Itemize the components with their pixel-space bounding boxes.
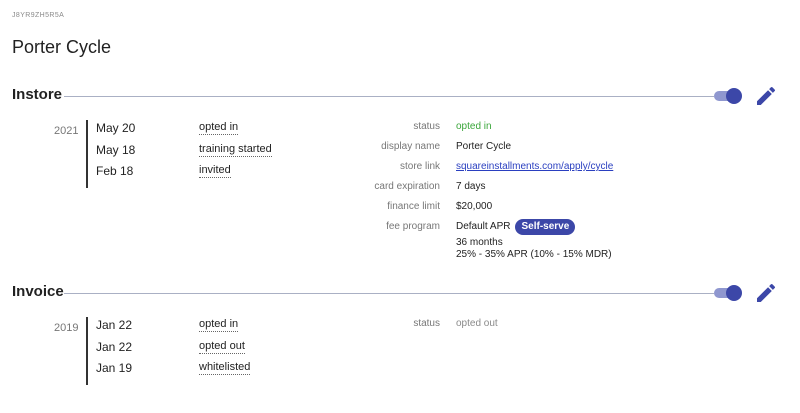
detail-key: status (413, 318, 440, 329)
event-date: Feb 18 (96, 164, 134, 178)
fee-program-line: Default APR Self-serve (456, 219, 612, 235)
fee-program-name: Default APR (456, 221, 511, 232)
event-date: May 20 (96, 121, 136, 135)
invoice-header: Invoice (12, 281, 788, 305)
instore-header: Instore (12, 84, 788, 108)
invoice-title: Invoice (12, 283, 64, 300)
event-label[interactable]: training started (199, 143, 272, 157)
event-label[interactable]: opted in (199, 121, 239, 135)
invoice-toggle[interactable] (714, 285, 742, 301)
status-value: opted out (456, 318, 498, 329)
fee-program-value: Default APR Self-serve 36 months 25% - 35… (456, 219, 612, 261)
detail-key: display name (381, 141, 440, 152)
timeline-year: 2021 (54, 125, 79, 137)
event-label[interactable]: invited (199, 164, 231, 178)
invoice-edit-button[interactable] (754, 281, 778, 305)
detail-key: finance limit (387, 201, 440, 212)
finance-limit-value: $20,000 (456, 201, 493, 212)
toggle-knob (726, 285, 742, 301)
display-name-value: Porter Cycle (456, 141, 512, 152)
pencil-icon (757, 86, 776, 105)
instore-section: Instore 2021 May 20 opted in May 18 trai… (0, 84, 800, 264)
merchant-id: J8YR9ZH5R5A (12, 12, 65, 19)
store-link[interactable]: squareinstallments.com/apply/cycle (456, 161, 613, 172)
section-divider (64, 293, 714, 294)
self-serve-badge: Self-serve (515, 219, 576, 235)
detail-key: fee program (386, 221, 440, 232)
event-date: Jan 22 (96, 318, 133, 332)
event-label[interactable]: opted out (199, 340, 245, 354)
toggle-knob (726, 88, 742, 104)
page-title: Porter Cycle (12, 37, 112, 57)
event-date: May 18 (96, 143, 136, 157)
timeline-year: 2019 (54, 322, 79, 334)
card-expiration-value: 7 days (456, 181, 486, 192)
detail-key: status (413, 121, 440, 132)
pencil-icon (757, 283, 776, 302)
detail-key: card expiration (374, 181, 440, 192)
event-label[interactable]: whitelisted (199, 361, 251, 375)
event-label[interactable]: opted in (199, 318, 239, 332)
invoice-section: Invoice 2019 Jan 22 opted in Jan 22 opte… (0, 281, 800, 391)
timeline-bar (86, 317, 88, 385)
instore-edit-button[interactable] (754, 84, 778, 108)
fee-program-rates: 25% - 35% APR (10% - 15% MDR) (456, 249, 612, 260)
instore-title: Instore (12, 86, 63, 103)
event-date: Jan 22 (96, 340, 133, 354)
instore-toggle[interactable] (714, 88, 742, 104)
fee-program-term: 36 months (456, 237, 503, 248)
status-value: opted in (456, 121, 492, 132)
timeline-bar (86, 120, 88, 188)
section-divider (64, 96, 714, 97)
event-date: Jan 19 (96, 361, 133, 375)
detail-key: store link (399, 161, 440, 172)
